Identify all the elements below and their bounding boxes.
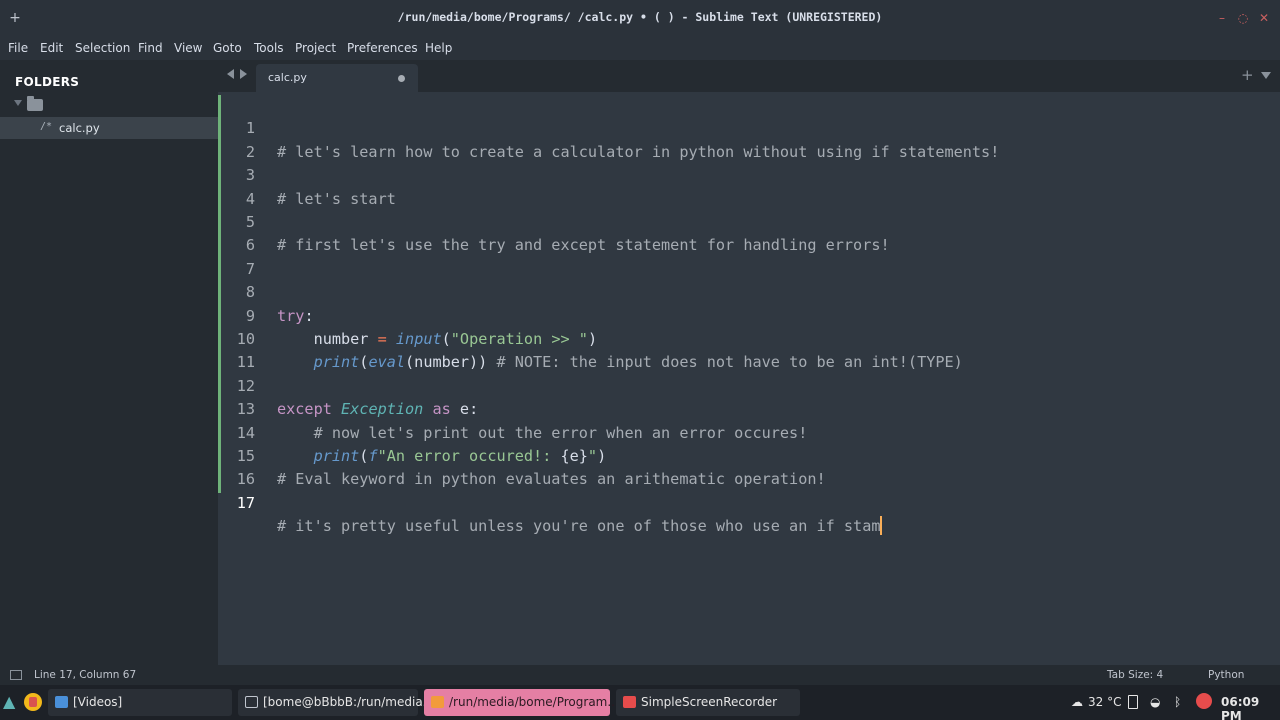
menu-view[interactable]: View (174, 40, 202, 56)
app-launcher-icon[interactable]: ▲ (3, 693, 19, 711)
task-sublime-active[interactable]: /run/media/bome/Program... (424, 689, 619, 716)
sidebar: FOLDERS /* calc.py (0, 60, 218, 665)
menu-find[interactable]: Find (138, 40, 163, 56)
code-line-active: 17 # it's pretty useful unless you're on… (218, 468, 1280, 536)
temperature-readout[interactable]: 32 °C (1088, 695, 1121, 709)
code-line: 15 # Eval keyword in python evaluates an… (218, 422, 1280, 488)
new-tab-icon[interactable]: + (1241, 66, 1254, 84)
file-code-icon: /* (40, 121, 53, 132)
window-title: /run/media/bome/Programs/ /calc.py • ( )… (397, 10, 883, 24)
task-label: [Videos] (73, 695, 123, 709)
status-bar: Line 17, Column 67 Tab Size: 4 Python (0, 665, 1280, 685)
syntax-selector[interactable]: Python (1208, 669, 1244, 681)
code-line: 13 # now let's print out the error when … (218, 375, 1280, 441)
unsaved-dot-icon[interactable] (398, 75, 405, 82)
code-text: # it's pretty useful unless you're one o… (277, 515, 883, 538)
folder-icon (27, 96, 43, 111)
task-label: SimpleScreenRecorder (641, 695, 778, 709)
code-line: 14 print(f"An error occured!: {e}") (218, 398, 1280, 465)
comment-token: # it's pretty useful unless you're one o… (277, 517, 881, 536)
task-terminal[interactable]: [bome@bBbbB:/run/media... (238, 689, 434, 716)
bluetooth-icon[interactable]: ᛒ (1174, 695, 1181, 709)
folder-icon (55, 696, 68, 708)
menu-preferences[interactable]: Preferences (347, 40, 418, 56)
code-line: 10 print(eval(number)) # NOTE: the input… (218, 305, 1280, 371)
minimize-button[interactable]: – (1214, 9, 1230, 27)
terminal-icon (245, 696, 258, 708)
menu-bar: File Edit Selection Find View Goto Tools… (0, 36, 1280, 60)
close-button[interactable]: ✕ (1256, 9, 1272, 27)
code-line: 9 number = input("Operation >> ") (218, 281, 1280, 348)
weather-icon[interactable]: ☁ (1071, 695, 1083, 709)
code-line: 4 (218, 164, 1280, 208)
previous-tab-icon[interactable] (227, 69, 234, 79)
clipboard-icon[interactable] (1128, 695, 1138, 709)
text-cursor (880, 516, 883, 536)
folder-item[interactable] (0, 96, 218, 118)
tab-menu-chevron-icon[interactable] (1261, 72, 1271, 79)
tab-label: calc.py (268, 71, 307, 84)
task-label: /run/media/bome/Program... (449, 695, 619, 709)
cursor-position[interactable]: Line 17, Column 67 (34, 669, 136, 681)
wifi-icon[interactable]: ◒ (1150, 695, 1160, 709)
menu-goto[interactable]: Goto (213, 40, 242, 56)
browser-launcher-icon[interactable] (24, 693, 42, 711)
sublime-icon (431, 696, 444, 708)
code-line: 2 (218, 117, 1280, 161)
code-line: 8 try: (218, 258, 1280, 324)
folders-header: FOLDERS (15, 75, 80, 89)
recorder-icon (623, 696, 636, 708)
menu-edit[interactable]: Edit (40, 40, 63, 56)
menu-tools[interactable]: Tools (254, 40, 284, 56)
task-screen-recorder[interactable]: SimpleScreenRecorder (616, 689, 800, 716)
menu-help[interactable]: Help (425, 40, 452, 56)
clock[interactable]: 06:09 PM (1221, 695, 1280, 720)
menu-file[interactable]: File (8, 40, 28, 56)
code-line: 6 (218, 211, 1280, 254)
code-editor[interactable]: 1 # let's learn how to create a calculat… (218, 92, 1280, 665)
code-line: 5 # first let's use the try and except s… (218, 188, 1280, 254)
expand-arrow-icon[interactable] (14, 100, 22, 106)
task-label: [bome@bBbbB:/run/media... (263, 695, 435, 709)
code-line: 7 (218, 234, 1280, 278)
tab-calc-py[interactable]: calc.py (256, 64, 418, 92)
menu-selection[interactable]: Selection (75, 40, 130, 56)
tab-bar: calc.py + (218, 60, 1280, 92)
sidebar-file-calc[interactable]: /* calc.py (0, 117, 218, 139)
menu-project[interactable]: Project (295, 40, 336, 56)
title-bar: + /run/media/bome/Programs/ /calc.py • (… (0, 0, 1280, 36)
line-number-active: 17 (236, 493, 255, 512)
next-tab-icon[interactable] (240, 69, 247, 79)
recording-icon[interactable] (1196, 693, 1212, 709)
panel-toggle-icon[interactable] (10, 670, 22, 680)
tab-size-selector[interactable]: Tab Size: 4 (1107, 669, 1163, 681)
code-line: 1 # let's learn how to create a calculat… (218, 94, 1280, 160)
maximize-button[interactable]: ◌ (1235, 9, 1251, 27)
taskbar: ▲ [Videos] [bome@bBbbB:/run/media... /ru… (0, 685, 1280, 720)
code-line: 16 (218, 445, 1280, 488)
code-line: 3 # let's start (218, 141, 1280, 207)
code-line: 11 (218, 328, 1280, 371)
task-videos[interactable]: [Videos] (48, 689, 232, 716)
code-line: 12 except Exception as e: (218, 351, 1280, 418)
sidebar-file-label: calc.py (59, 121, 100, 135)
